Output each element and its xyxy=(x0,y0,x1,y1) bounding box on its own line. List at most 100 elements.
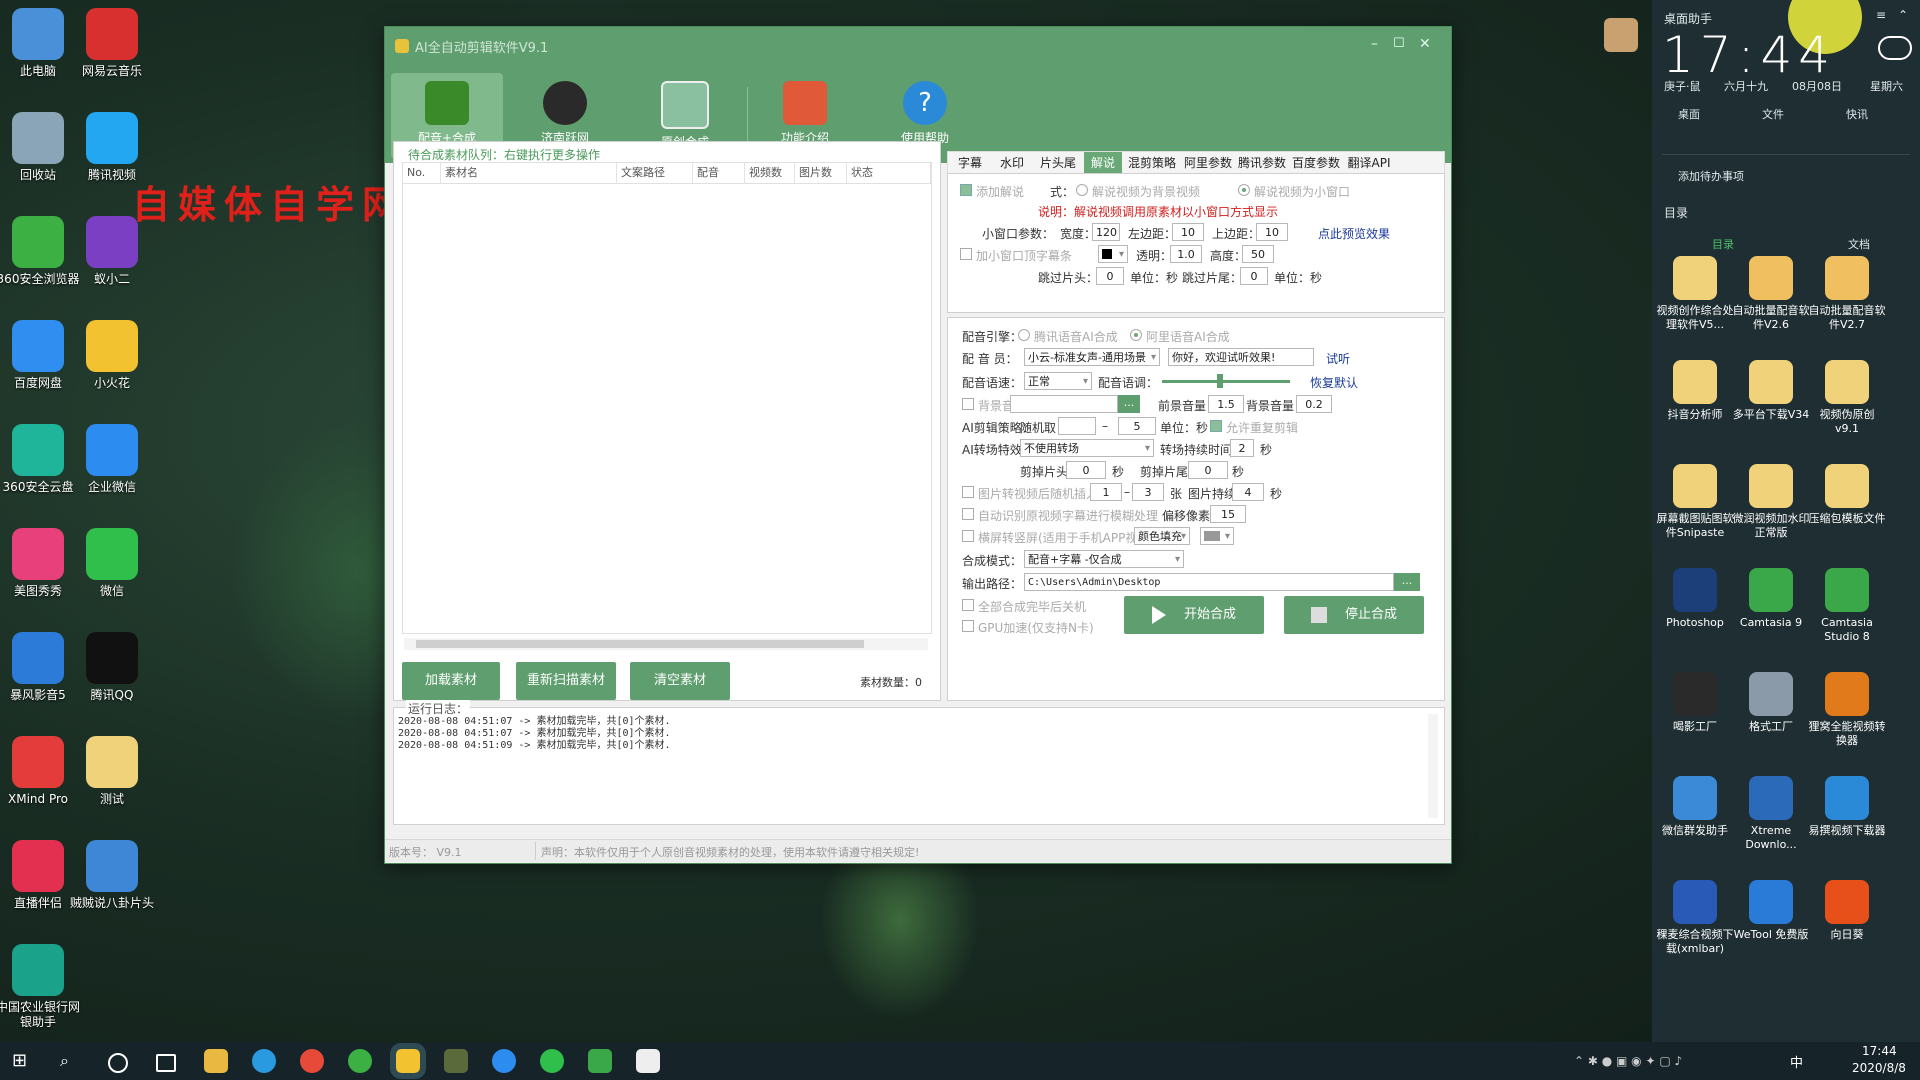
fill-color-select[interactable] xyxy=(1200,527,1234,545)
side-app-3[interactable]: 抖音分析师 xyxy=(1656,360,1734,422)
camtasia-icon[interactable] xyxy=(588,1049,612,1073)
stop-compose-button[interactable]: 停止合成 xyxy=(1284,596,1424,634)
desktop-icon-right-6[interactable]: 腾讯QQ xyxy=(70,632,154,703)
side-app-17[interactable]: 易撰视频下载器 xyxy=(1808,776,1886,838)
tab-3[interactable]: 解说 xyxy=(1084,152,1122,174)
width-input[interactable]: 120 xyxy=(1092,223,1120,241)
task-view-icon[interactable] xyxy=(156,1054,176,1072)
gpu-checkbox[interactable] xyxy=(962,620,974,632)
bgm-browse-button[interactable]: ... xyxy=(1118,395,1140,413)
add-narration-checkbox[interactable] xyxy=(960,184,972,196)
desktop-icon-left-9[interactable]: 中国农业银行网银助手 xyxy=(0,944,80,1030)
blur-subtitle-checkbox[interactable] xyxy=(962,508,974,520)
tab-8[interactable]: 翻译API xyxy=(1344,152,1394,174)
ai-editor-icon[interactable] xyxy=(444,1049,468,1073)
desktop-icon-left-6[interactable]: 暴风影音5 xyxy=(0,632,80,703)
random-from-input[interactable] xyxy=(1058,417,1096,435)
file-explorer-icon[interactable] xyxy=(204,1049,228,1073)
side-app-4[interactable]: 多平台下载V34 xyxy=(1732,360,1810,422)
output-path-input[interactable]: C:\Users\Admin\Desktop xyxy=(1024,573,1394,591)
shutdown-checkbox[interactable] xyxy=(962,599,974,611)
fg-volume-input[interactable]: 1.5 xyxy=(1208,395,1244,413)
side-app-0[interactable]: 视频创作综合处理软件V5... xyxy=(1656,256,1734,332)
speed-select[interactable]: 正常 xyxy=(1024,372,1092,390)
trans-duration-input[interactable]: 2 xyxy=(1230,439,1254,457)
desktop-icon-left-1[interactable]: 回收站 xyxy=(0,112,80,183)
side-app-12[interactable]: 喝影工厂 xyxy=(1656,672,1734,734)
start-icon[interactable]: ⊞ xyxy=(12,1049,36,1073)
taskbar-time[interactable]: 17:44 xyxy=(1862,1044,1897,1058)
desktop-icon-right-0[interactable]: 网易云音乐 xyxy=(70,8,154,79)
side-app-5[interactable]: 视频伪原创v9.1 xyxy=(1808,360,1886,436)
cortana-icon[interactable] xyxy=(108,1053,128,1073)
side-app-6[interactable]: 屏幕截图贴图软件Snipaste xyxy=(1656,464,1734,540)
cut-head-input[interactable]: 0 xyxy=(1066,461,1106,479)
bg-volume-input[interactable]: 0.2 xyxy=(1296,395,1332,413)
tab-5[interactable]: 阿里参数 xyxy=(1182,152,1234,174)
skip-tail-input[interactable]: 0 xyxy=(1240,267,1268,285)
fill-mode-select[interactable]: 颜色填充 xyxy=(1134,527,1190,545)
qq-browser-icon[interactable] xyxy=(252,1049,276,1073)
side-app-13[interactable]: 格式工厂 xyxy=(1732,672,1810,734)
search-icon[interactable]: ⌕ xyxy=(60,1049,84,1073)
add-todo[interactable]: 添加待办事项 xyxy=(1678,168,1744,184)
tab-7[interactable]: 百度参数 xyxy=(1290,152,1342,174)
ime-indicator[interactable]: 中 xyxy=(1790,1052,1803,1071)
log-scrollbar[interactable] xyxy=(1428,714,1438,818)
collapse-icon[interactable]: ⌃ xyxy=(1898,8,1908,22)
side-app-20[interactable]: 向日葵 xyxy=(1808,880,1886,942)
taskbar-date[interactable]: 2020/8/8 xyxy=(1852,1061,1906,1075)
desktop-icon-right-1[interactable]: 腾讯视频 xyxy=(70,112,154,183)
top-subtitle-checkbox[interactable] xyxy=(960,248,972,260)
engine-tencent-radio[interactable] xyxy=(1018,329,1030,341)
left-margin-input[interactable]: 10 xyxy=(1172,223,1204,241)
scrollbar-thumb[interactable] xyxy=(416,640,864,648)
tab-files[interactable]: 文件 xyxy=(1762,106,1784,122)
maximize-button[interactable]: ☐ xyxy=(1393,36,1405,51)
queue-table[interactable]: No. 素材名 文案路径 配音 视频数 图片数 状态 xyxy=(402,162,932,634)
transition-select[interactable]: 不使用转场 xyxy=(1020,439,1154,457)
camtasia8-icon[interactable] xyxy=(636,1049,660,1073)
try-listen-link[interactable]: 试听 xyxy=(1326,350,1350,367)
height-input[interactable]: 50 xyxy=(1242,245,1274,263)
tone-slider-thumb[interactable] xyxy=(1216,374,1223,388)
menu-icon[interactable]: ≡ xyxy=(1876,8,1886,22)
side-app-16[interactable]: Xtreme Downlo... xyxy=(1732,776,1810,852)
desktop-icon-right-7[interactable]: 测试 xyxy=(70,736,154,807)
offset-input[interactable]: 15 xyxy=(1210,505,1246,523)
output-browse-button[interactable]: ... xyxy=(1394,573,1420,591)
cut-tail-input[interactable]: 0 xyxy=(1188,461,1228,479)
tone-slider[interactable] xyxy=(1162,374,1290,388)
tab-4[interactable]: 混剪策略 xyxy=(1124,152,1180,174)
close-button[interactable]: ✕ xyxy=(1419,36,1431,52)
side-app-2[interactable]: 自动批量配音软件V2.7 xyxy=(1808,256,1886,332)
chrome-icon[interactable] xyxy=(300,1049,324,1073)
load-material-button[interactable]: 加载素材 xyxy=(402,662,500,700)
desktop-icon-left-3[interactable]: 百度网盘 xyxy=(0,320,80,391)
img-duration-input[interactable]: 4 xyxy=(1232,483,1264,501)
side-app-7[interactable]: 微润视频加水印正常版 xyxy=(1732,464,1810,540)
mode-bg-radio[interactable] xyxy=(1076,184,1088,196)
engine-ali-radio[interactable] xyxy=(1130,329,1142,341)
desktop-icon-left-4[interactable]: 360安全云盘 xyxy=(0,424,80,495)
tab-1[interactable]: 水印 xyxy=(992,152,1032,174)
horizontal-scrollbar[interactable] xyxy=(404,638,928,650)
enterprise-wechat-icon[interactable] xyxy=(492,1049,516,1073)
rescan-button[interactable]: 重新扫描素材 xyxy=(516,662,616,700)
browser-360-icon[interactable] xyxy=(348,1049,372,1073)
desktop-icon-left-2[interactable]: 360安全浏览器 xyxy=(0,216,80,287)
side-app-11[interactable]: Camtasia Studio 8 xyxy=(1808,568,1886,644)
img-insert-checkbox[interactable] xyxy=(962,486,974,498)
skip-head-input[interactable]: 0 xyxy=(1096,267,1124,285)
tab-2[interactable]: 片头尾 xyxy=(1034,152,1082,174)
side-app-9[interactable]: Photoshop xyxy=(1656,568,1734,630)
desktop-icon-left-0[interactable]: 此电脑 xyxy=(0,8,80,79)
side-app-14[interactable]: 狸窝全能视频转换器 xyxy=(1808,672,1886,748)
tray-icons[interactable]: ⌃ ✱ ● ▣ ◉ ✦ ▢ ♪ xyxy=(1574,1049,1784,1073)
desktop-icon-right-4[interactable]: 企业微信 xyxy=(70,424,154,495)
side-app-15[interactable]: 微信群发助手 xyxy=(1656,776,1734,838)
bgm-checkbox[interactable] xyxy=(962,398,974,410)
mode-small-radio[interactable] xyxy=(1238,184,1250,196)
allow-repeat-checkbox[interactable] xyxy=(1210,420,1222,432)
clear-material-button[interactable]: 清空素材 xyxy=(630,662,730,700)
